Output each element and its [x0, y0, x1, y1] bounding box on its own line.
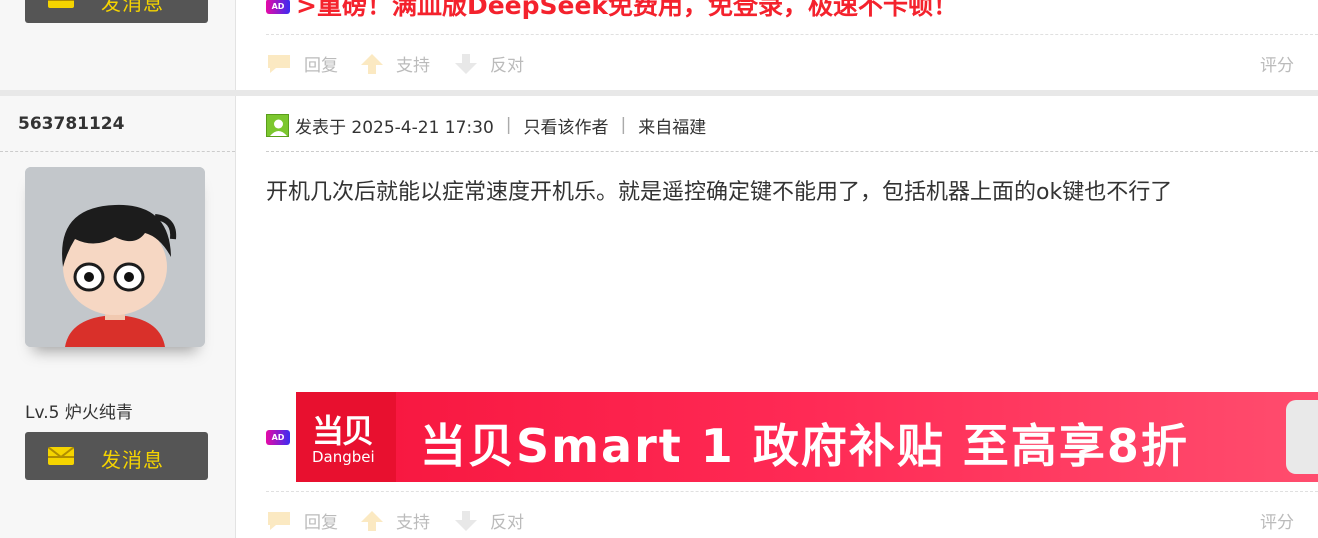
- post-actions: 回复 支持 反对 评分: [266, 34, 1318, 76]
- send-message-button[interactable]: 发消息: [25, 432, 208, 480]
- comment-icon: [268, 54, 290, 73]
- reply-button[interactable]: 回复: [266, 508, 338, 533]
- ad-link[interactable]: >重磅！满血版DeepSeek免费用，免登录，极速不卡顿！: [296, 0, 958, 22]
- support-button[interactable]: 支持: [360, 51, 430, 76]
- post-content: 开机几次后就能以症常速度开机乐。就是遥控确定键不能用了，包括机器上面的ok键也不…: [266, 180, 1173, 205]
- brand-name-en: Dangbei: [312, 448, 375, 466]
- send-message-label: 发消息: [101, 448, 164, 472]
- support-label: 支持: [396, 56, 430, 76]
- meta-separator: |: [505, 115, 512, 135]
- brand-name: 当贝: [312, 412, 374, 450]
- oppose-label: 反对: [490, 513, 524, 533]
- oppose-label: 反对: [490, 56, 524, 76]
- meta-separator: |: [620, 115, 627, 135]
- arrow-down-icon: [455, 53, 477, 74]
- author-sidebar: 发消息 563781124 Lv.5 炉火纯青 发消息: [0, 0, 236, 538]
- post-source: 来自福建: [638, 117, 707, 138]
- product-image: [1286, 400, 1318, 474]
- arrow-down-icon: [455, 510, 477, 531]
- support-button[interactable]: 支持: [360, 508, 430, 533]
- post-actions: 回复 支持 反对 评分: [266, 491, 1318, 533]
- arrow-up-icon: [361, 510, 383, 531]
- oppose-button[interactable]: 反对: [454, 508, 524, 533]
- oppose-button[interactable]: 反对: [454, 51, 524, 76]
- ad-badge: AD: [266, 430, 290, 445]
- ad-banner[interactable]: 当贝 Dangbei 当贝Smart 1 政府补贴 至高享8折: [296, 392, 1318, 482]
- divider: [266, 151, 1318, 152]
- reply-label: 回复: [304, 513, 338, 533]
- post-meta: 发表于 2025-4-21 17:30 | 只看该作者 | 来自福建: [266, 113, 707, 138]
- rate-button[interactable]: 评分: [1260, 51, 1294, 76]
- send-message-label: 发消息: [101, 0, 164, 15]
- divider: [0, 151, 235, 152]
- post-date: 发表于 2025-4-21 17:30: [295, 117, 494, 138]
- reply-label: 回复: [304, 56, 338, 76]
- comment-icon: [268, 511, 290, 530]
- avatar-image: [25, 167, 205, 347]
- reply-button[interactable]: 回复: [266, 51, 338, 76]
- user-icon: [266, 113, 289, 137]
- support-label: 支持: [396, 513, 430, 533]
- rate-button[interactable]: 评分: [1260, 508, 1294, 533]
- brand-logo: 当贝 Dangbei: [296, 392, 396, 482]
- ad-badge: AD: [266, 0, 290, 14]
- envelope-icon: [48, 0, 74, 8]
- ad-slogan: 当贝Smart 1 政府补贴 至高享8折: [420, 419, 1189, 473]
- username[interactable]: 563781124: [18, 114, 124, 134]
- arrow-up-icon: [361, 53, 383, 74]
- only-author-link[interactable]: 只看该作者: [524, 113, 609, 138]
- send-message-button[interactable]: 发消息: [25, 0, 208, 23]
- envelope-icon: [48, 447, 74, 465]
- post-separator: [0, 90, 1318, 96]
- user-level: Lv.5 炉火纯青: [25, 403, 133, 423]
- avatar[interactable]: [25, 167, 205, 347]
